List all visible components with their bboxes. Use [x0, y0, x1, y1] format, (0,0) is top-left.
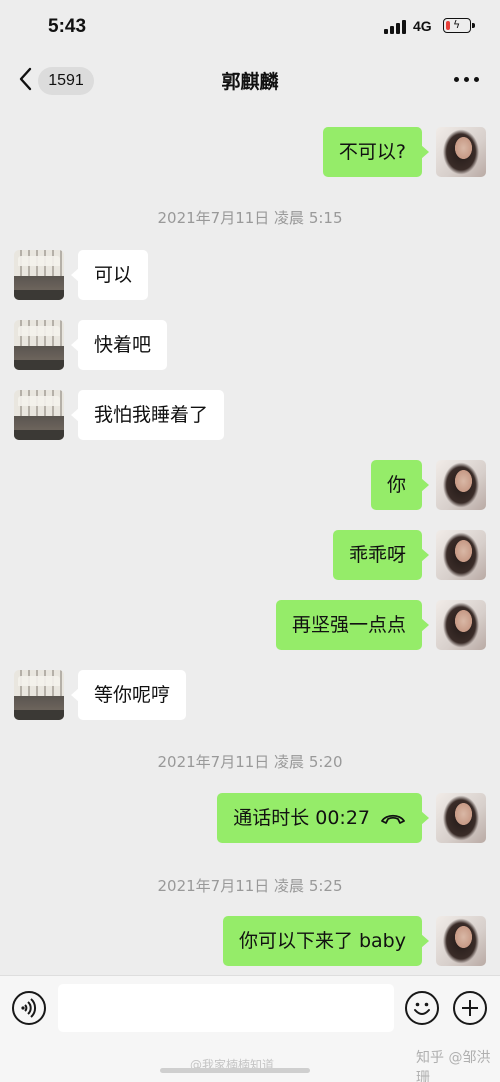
status-time: 5:43 [48, 16, 87, 37]
signal-icon [384, 20, 408, 34]
contact-avatar[interactable] [14, 250, 64, 300]
self-avatar[interactable] [436, 793, 486, 843]
message-list[interactable]: 不可以? 2021年7月11日 凌晨 5:15 可以 快着吧 我怕我睡着了 你 … [0, 105, 500, 975]
watermark: 知乎 @邹洪珊 [416, 1050, 491, 1082]
message-timestamp: 2021年7月11日 凌晨 5:15 [157, 209, 343, 227]
contact-avatar[interactable] [14, 320, 64, 370]
message-bubble-in[interactable]: 可以 [70, 250, 149, 300]
message-timestamp: 2021年7月11日 凌晨 5:25 [157, 877, 343, 895]
ellipsis-icon [454, 77, 459, 82]
self-avatar[interactable] [436, 916, 486, 966]
emoji-button[interactable] [405, 991, 439, 1025]
message-bubble-out[interactable]: 乖乖呀 [332, 530, 430, 580]
chat-header: 1591 郭麒麟 [0, 55, 500, 105]
message-bubble-out[interactable]: 你 [370, 460, 430, 510]
self-avatar[interactable] [436, 460, 486, 510]
battery-level [446, 21, 450, 30]
message-bubble-in[interactable]: 我怕我睡着了 [70, 390, 225, 440]
message-bubble-out[interactable]: 不可以? [322, 127, 430, 177]
network-label: 4G [413, 18, 432, 34]
message-bubble-in[interactable]: 等你呢哼 [70, 670, 187, 720]
voice-icon [21, 998, 37, 1018]
message-input[interactable] [58, 984, 394, 1032]
voice-button[interactable] [12, 991, 46, 1025]
contact-avatar[interactable] [14, 670, 64, 720]
call-duration-text: 通话时长 00:27 [233, 807, 370, 829]
message-timestamp: 2021年7月11日 凌晨 5:20 [157, 753, 343, 771]
self-avatar[interactable] [436, 600, 486, 650]
message-bubble-out[interactable]: 再坚强一点点 [275, 600, 430, 650]
plus-icon [462, 1000, 478, 1016]
call-record-bubble[interactable]: 通话时长 00:27 [217, 793, 429, 843]
message-bubble-in[interactable]: 快着吧 [70, 320, 168, 370]
contact-avatar[interactable] [14, 390, 64, 440]
self-avatar[interactable] [436, 530, 486, 580]
input-bar: 知乎 @邹洪珊 @我家楠楠知道 [0, 975, 500, 1082]
plus-button[interactable] [453, 991, 487, 1025]
self-avatar[interactable] [436, 127, 486, 177]
chat-title: 郭麒麟 [221, 71, 279, 93]
phone-hangup-icon [381, 814, 405, 824]
home-indicator[interactable] [160, 1068, 310, 1073]
emoji-icon [414, 1002, 430, 1015]
more-button[interactable] [452, 77, 482, 85]
message-bubble-out[interactable]: 你可以下来了 baby [222, 916, 430, 966]
battery-icon: ϟ [443, 18, 475, 33]
status-bar: 5:43 4G ϟ [0, 0, 500, 55]
charging-bolt-icon: ϟ [453, 18, 461, 31]
